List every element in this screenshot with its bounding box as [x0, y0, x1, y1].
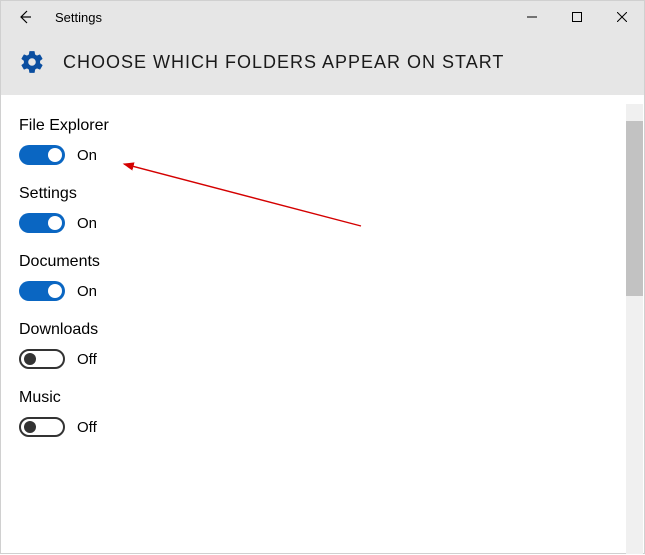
close-button[interactable]	[599, 1, 644, 33]
window-title: Settings	[55, 10, 102, 25]
setting-music: Music Off	[19, 389, 644, 437]
window-controls	[509, 1, 644, 33]
close-icon	[617, 12, 627, 22]
setting-label: Settings	[19, 185, 644, 203]
setting-label: File Explorer	[19, 117, 644, 135]
maximize-button[interactable]	[554, 1, 599, 33]
titlebar: Settings	[1, 1, 644, 33]
toggle-state-text: Off	[77, 351, 97, 368]
toggle-settings[interactable]	[19, 213, 65, 233]
setting-file-explorer: File Explorer On	[19, 117, 644, 165]
maximize-icon	[572, 12, 582, 22]
toggle-state-text: Off	[77, 419, 97, 436]
toggle-music[interactable]	[19, 417, 65, 437]
toggle-state-text: On	[77, 283, 97, 300]
setting-label: Music	[19, 389, 644, 407]
gear-icon	[19, 49, 45, 75]
scrollbar-thumb[interactable]	[626, 121, 643, 296]
back-button[interactable]	[7, 1, 43, 33]
toggle-documents[interactable]	[19, 281, 65, 301]
minimize-button[interactable]	[509, 1, 554, 33]
setting-settings: Settings On	[19, 185, 644, 233]
toggle-downloads[interactable]	[19, 349, 65, 369]
back-arrow-icon	[16, 8, 34, 26]
page-title: CHOOSE WHICH FOLDERS APPEAR ON START	[63, 52, 504, 73]
setting-downloads: Downloads Off	[19, 321, 644, 369]
toggle-state-text: On	[77, 147, 97, 164]
setting-documents: Documents On	[19, 253, 644, 301]
toggle-file-explorer[interactable]	[19, 145, 65, 165]
settings-list: File Explorer On Settings On Documents O…	[1, 95, 644, 437]
minimize-icon	[527, 12, 537, 22]
page-header: CHOOSE WHICH FOLDERS APPEAR ON START	[1, 33, 644, 95]
setting-label: Documents	[19, 253, 644, 271]
toggle-state-text: On	[77, 215, 97, 232]
setting-label: Downloads	[19, 321, 644, 339]
